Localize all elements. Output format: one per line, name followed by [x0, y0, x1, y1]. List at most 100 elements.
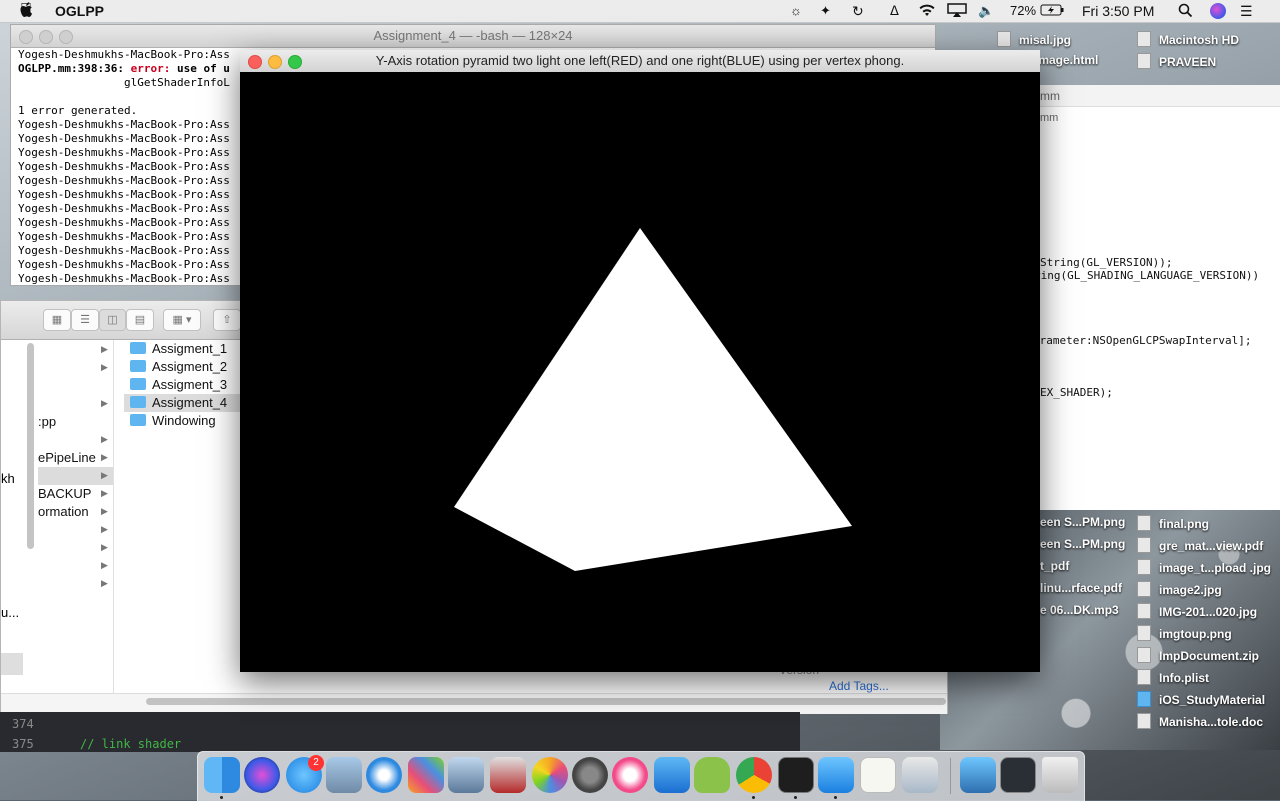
app-name-menu[interactable]: OGLPP	[55, 3, 104, 19]
desktop-file[interactable]: gre_mat...view.pdf	[1137, 537, 1263, 553]
xcode-icon[interactable]	[818, 757, 854, 793]
desktop-file[interactable]: een S...PM.png	[1040, 537, 1125, 551]
desktop-file[interactable]: Info.plist	[1137, 669, 1209, 685]
sidebar-scrollbar[interactable]	[27, 343, 34, 549]
desktop-file[interactable]: image2.jpg	[1137, 581, 1222, 597]
script-icon[interactable]: ✦	[820, 3, 831, 19]
code-line: String(GL_VERSION));	[1040, 256, 1173, 269]
battery-icon[interactable]	[1040, 3, 1064, 19]
folder-icon	[130, 396, 146, 408]
siri-icon[interactable]	[244, 757, 280, 793]
preview-icon[interactable]	[326, 757, 362, 793]
code-line: EX_SHADER);	[1040, 386, 1113, 399]
photos-icon[interactable]	[532, 757, 568, 793]
list-item[interactable]: BACKUP	[38, 485, 91, 503]
desktop-file[interactable]: image.html	[1035, 53, 1098, 67]
system-preferences-icon[interactable]	[572, 757, 608, 793]
chevron-right-icon: ▶	[101, 578, 108, 588]
opengl-window: Y-Axis rotation pyramid two light one le…	[240, 50, 1040, 672]
notification-center-icon[interactable]: ☰	[1240, 3, 1253, 20]
horizontal-scrollbar[interactable]	[146, 698, 946, 705]
chrome-icon[interactable]	[736, 757, 772, 793]
itunes-icon[interactable]	[612, 757, 648, 793]
folder-item[interactable]: Assigment_2	[130, 358, 227, 376]
scroll-up-button[interactable]	[1, 653, 23, 675]
terminal-icon[interactable]	[778, 757, 814, 793]
close-button[interactable]	[19, 30, 33, 44]
desktop-file[interactable]: t_pdf	[1040, 559, 1069, 573]
sidebar-item-label[interactable]: u...	[1, 605, 19, 620]
chevron-right-icon: ▶	[101, 542, 108, 552]
document-icon	[1137, 713, 1151, 729]
terminal-title-bar[interactable]: Assignment_4 — -bash — 128×24	[11, 25, 935, 48]
xcode-folder-icon[interactable]	[960, 757, 996, 793]
gl-title-bar[interactable]: Y-Axis rotation pyramid two light one le…	[240, 50, 1040, 73]
desktop-folder[interactable]: iOS_StudyMaterial	[1137, 691, 1265, 707]
editor-tab[interactable]: mm	[1040, 89, 1060, 103]
finder-icon[interactable]	[204, 757, 240, 793]
desktop-drive[interactable]: Macintosh HD	[1137, 31, 1239, 47]
desktop-file[interactable]: e 06...DK.mp3	[1040, 603, 1119, 617]
desktop-file[interactable]: image_t...pload .jpg	[1137, 559, 1271, 575]
siri-icon[interactable]	[1210, 3, 1226, 19]
column-view-button[interactable]: ◫	[99, 309, 126, 331]
xcode-docs-icon[interactable]	[654, 757, 690, 793]
arrange-button[interactable]: ▦ ▾	[163, 309, 201, 331]
list-item[interactable]: ormation	[38, 503, 89, 521]
photo-booth-icon[interactable]	[490, 757, 526, 793]
desktop-file[interactable]: linu...rface.pdf	[1040, 581, 1122, 595]
cover-flow-button[interactable]: ▤	[126, 309, 154, 331]
line-number: 375	[12, 737, 34, 751]
pdf-file-icon	[1137, 537, 1151, 553]
list-item[interactable]: ePipeLine	[38, 449, 96, 467]
zoom-button[interactable]	[59, 30, 73, 44]
spotlight-search-icon[interactable]	[1178, 3, 1193, 21]
apple-logo-shape	[20, 2, 34, 18]
chevron-right-icon: ▶	[101, 470, 108, 480]
pyramid-render	[240, 72, 1040, 672]
running-indicator	[794, 796, 797, 799]
launchpad-icon[interactable]	[408, 757, 444, 793]
time-machine-icon[interactable]: ↻	[852, 3, 864, 20]
minimize-button[interactable]	[268, 55, 282, 69]
icon-view-button[interactable]: ▦	[43, 309, 71, 331]
airplay-icon[interactable]	[947, 3, 967, 20]
wifi-icon[interactable]	[918, 3, 936, 20]
android-icon[interactable]	[694, 757, 730, 793]
textedit-icon[interactable]	[860, 757, 896, 793]
desktop-file[interactable]: een S...PM.png	[1040, 515, 1125, 529]
running-indicator	[220, 796, 223, 799]
desktop-file[interactable]: PRAVEEN	[1137, 53, 1216, 69]
instruments-icon[interactable]	[902, 757, 938, 793]
folder-item-selected[interactable]: Assigment_4	[130, 394, 227, 412]
image-file-icon	[1137, 559, 1151, 575]
folder-item[interactable]: Assigment_3	[130, 376, 227, 394]
desktop-file[interactable]: final.png	[1137, 515, 1209, 531]
airdrop-icon[interactable]: ☼	[790, 3, 802, 18]
list-view-button[interactable]: ☰	[71, 309, 99, 331]
trash-icon[interactable]	[1042, 757, 1078, 793]
safari-icon[interactable]	[366, 757, 402, 793]
finder-column-1: :pp ePipeLine BACKUP ormation	[38, 340, 114, 700]
close-button[interactable]	[248, 55, 262, 69]
desktop-file[interactable]: ImpDocument.zip	[1137, 647, 1259, 663]
folder-item[interactable]: Windowing	[130, 412, 216, 430]
clock[interactable]: Fri 3:50 PM	[1082, 3, 1154, 19]
add-tags-link[interactable]: Add Tags...	[829, 679, 889, 693]
screen-icon[interactable]	[1000, 757, 1036, 793]
desktop-file[interactable]: Manisha...tole.doc	[1137, 713, 1263, 729]
list-item[interactable]: :pp	[38, 413, 56, 431]
volume-icon[interactable]: 🔈	[978, 3, 994, 19]
zoom-button[interactable]	[288, 55, 302, 69]
share-button[interactable]: ⇧	[213, 309, 241, 331]
sidebar-item-label[interactable]: kh	[1, 471, 15, 486]
minimize-button[interactable]	[39, 30, 53, 44]
chevron-right-icon: ▶	[101, 398, 108, 408]
desktop-file[interactable]: misal.jpg	[997, 31, 1071, 47]
bluetooth-icon[interactable]: ᐃ	[890, 3, 899, 19]
chevron-right-icon: ▶	[101, 434, 108, 444]
folder-item[interactable]: Assigment_1	[130, 340, 227, 358]
desktop-file[interactable]: IMG-201...020.jpg	[1137, 603, 1257, 619]
image-capture-icon[interactable]	[448, 757, 484, 793]
desktop-file[interactable]: imgtoup.png	[1137, 625, 1232, 641]
